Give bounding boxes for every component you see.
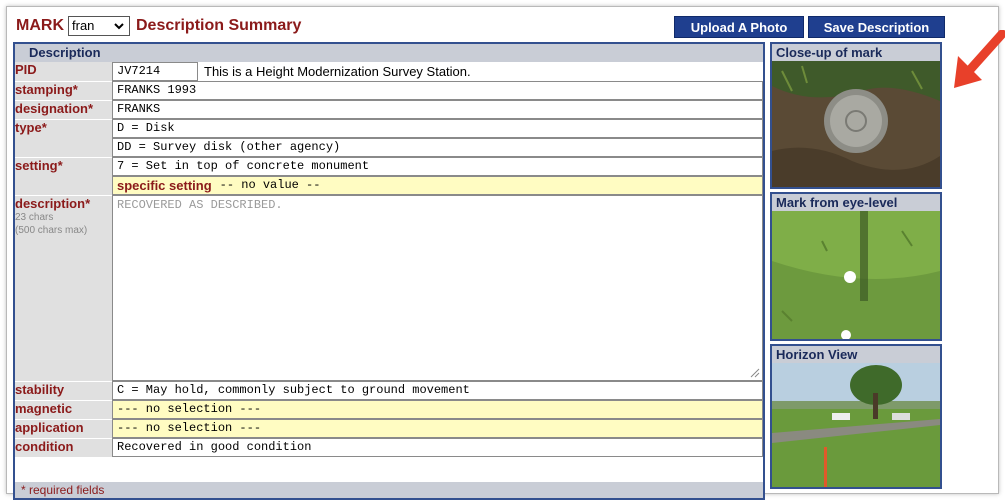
- designation-label: designation*: [15, 100, 112, 120]
- description-label-cell: description* 23 chars (500 chars max): [15, 195, 112, 382]
- row-setting: setting* 7 = Set in top of concrete monu…: [15, 157, 763, 196]
- description-label: description*: [15, 195, 91, 211]
- row-magnetic: magnetic --- no selection ---: [15, 400, 763, 420]
- photo-closeup[interactable]: Close-up of mark: [770, 42, 942, 189]
- closeup-image: [772, 61, 940, 187]
- page-title: Description Summary: [136, 17, 302, 34]
- upload-photo-button[interactable]: Upload A Photo: [674, 16, 804, 38]
- type-label: type*: [15, 119, 112, 158]
- stamping-label: stamping*: [15, 81, 112, 101]
- row-specific-setting: specific setting -- no value --: [15, 176, 763, 195]
- stability-select[interactable]: C = May hold, commonly subject to ground…: [112, 381, 763, 400]
- stamping-input[interactable]: FRANKS 1993: [112, 81, 763, 100]
- specific-setting-field[interactable]: specific setting -- no value --: [112, 176, 763, 195]
- application-label: application: [15, 419, 112, 439]
- row-application: application --- no selection ---: [15, 419, 763, 439]
- photo-horizon-title: Horizon View: [772, 346, 940, 363]
- photo-horizon[interactable]: Horizon View: [770, 344, 942, 489]
- description-form: PID JV7214 This is a Height Modernizatio…: [15, 62, 763, 458]
- save-description-button[interactable]: Save Description: [808, 16, 945, 38]
- arrow-icon: [954, 30, 1005, 88]
- setting-label: setting*: [15, 157, 112, 196]
- photo-eye-level[interactable]: Mark from eye-level: [770, 192, 942, 341]
- description-textarea[interactable]: RECOVERED AS DESCRIBED.: [112, 195, 763, 381]
- eye-level-image: [772, 211, 940, 339]
- magnetic-label: magnetic: [15, 400, 112, 420]
- description-char-count: 23 chars: [15, 211, 54, 223]
- row-stamping: stamping* FRANKS 1993: [15, 81, 763, 101]
- magnetic-select[interactable]: --- no selection ---: [112, 400, 763, 419]
- horizon-image: [772, 363, 940, 487]
- photo-eye-level-title: Mark from eye-level: [772, 194, 940, 211]
- type-select[interactable]: D = Disk: [112, 119, 763, 138]
- row-description: description* 23 chars (500 chars max) RE…: [15, 195, 763, 382]
- required-note: * required fields: [15, 482, 763, 498]
- section-title: Description: [15, 44, 763, 62]
- mark-label: MARK: [16, 17, 64, 34]
- row-type: type* D = Disk: [15, 119, 763, 158]
- chevron-down-icon: [114, 23, 124, 30]
- designation-input[interactable]: FRANKS: [112, 100, 763, 119]
- condition-select[interactable]: Recovered in good condition: [112, 438, 763, 457]
- row-designation: designation* FRANKS: [15, 100, 763, 120]
- specific-setting-label: specific setting: [117, 178, 212, 193]
- header-bar: MARK fran Description Summary: [16, 13, 301, 39]
- row-pid: PID JV7214 This is a Height Modernizatio…: [15, 62, 763, 82]
- condition-label: condition: [15, 438, 112, 458]
- photo-closeup-title: Close-up of mark: [772, 44, 940, 61]
- description-text: RECOVERED AS DESCRIBED.: [117, 198, 283, 212]
- stability-label: stability: [15, 381, 112, 401]
- type-sub-select[interactable]: DD = Survey disk (other agency): [112, 138, 763, 157]
- mark-select-value: fran: [72, 18, 95, 33]
- mark-select[interactable]: fran: [68, 16, 130, 36]
- setting-select[interactable]: 7 = Set in top of concrete monument: [112, 157, 763, 176]
- photo-column: Close-up of mark Mark from eye-level Hor…: [770, 42, 942, 492]
- specific-setting-value: -- no value --: [219, 178, 321, 192]
- description-char-max: (500 chars max): [15, 224, 88, 236]
- description-panel: Description PID JV7214 This is a Height …: [13, 42, 765, 500]
- resize-handle-icon[interactable]: [750, 368, 760, 378]
- application-select[interactable]: --- no selection ---: [112, 419, 763, 438]
- row-type-sub: DD = Survey disk (other agency): [15, 138, 763, 157]
- row-stability: stability C = May hold, commonly subject…: [15, 381, 763, 401]
- pid-input[interactable]: JV7214: [112, 62, 198, 81]
- row-condition: condition Recovered in good condition: [15, 438, 763, 458]
- pid-note: This is a Height Modernization Survey St…: [204, 64, 471, 79]
- pid-label: PID: [15, 62, 112, 82]
